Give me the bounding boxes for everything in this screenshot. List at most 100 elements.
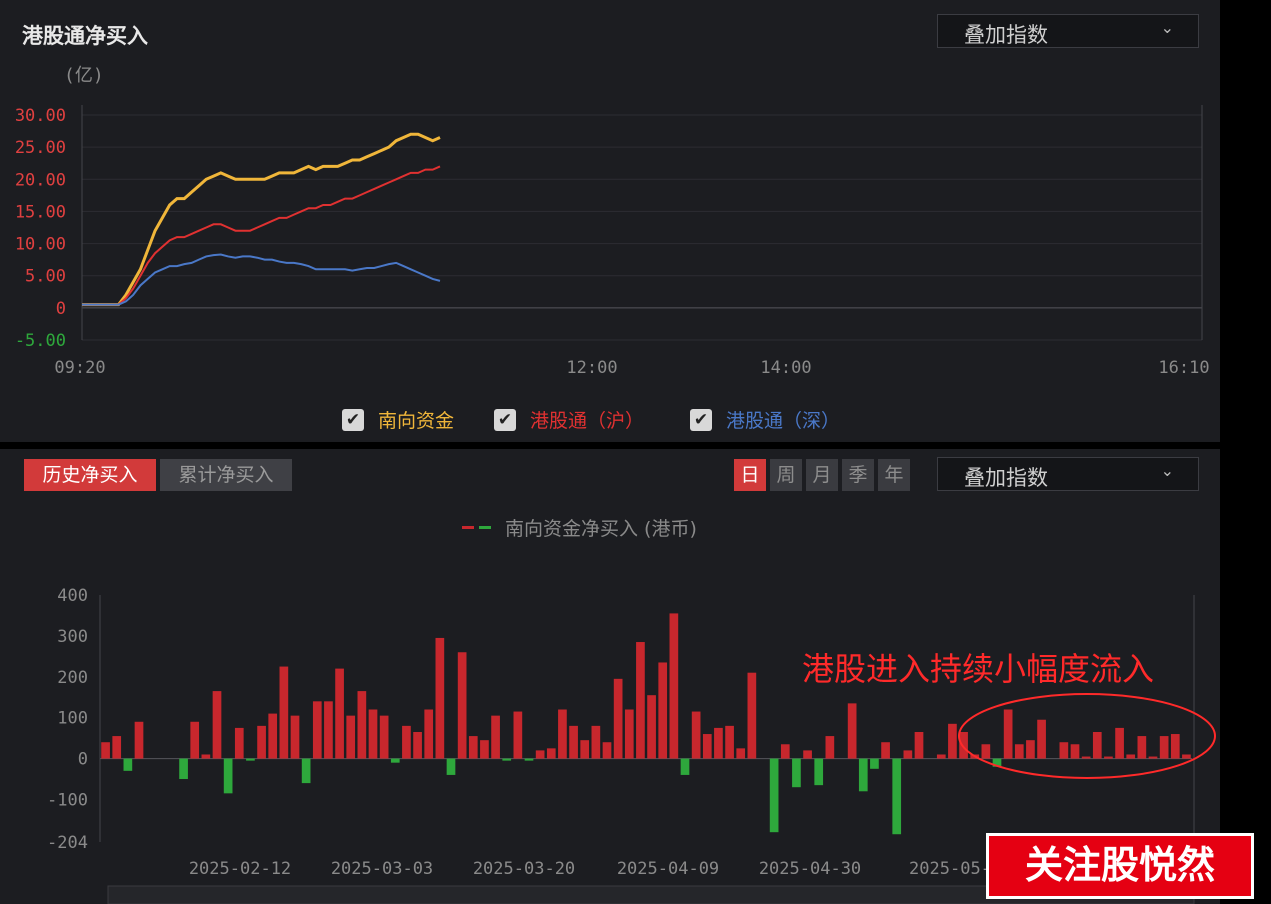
overlay-index-dropdown-bottom[interactable]: 叠加指数 ⌄ (937, 457, 1199, 491)
bar (825, 736, 835, 759)
bar (123, 758, 133, 771)
tab-cumulative-net-buy[interactable]: 累计净买入 (160, 459, 292, 491)
bar (780, 744, 790, 759)
bar (212, 691, 222, 759)
bar (669, 613, 679, 759)
bar (179, 758, 188, 780)
dropdown-label: 叠加指数 (964, 466, 1048, 490)
legend-item[interactable]: ✔ 港股通（深） (690, 406, 840, 433)
period-button-4[interactable]: 年 (878, 459, 910, 491)
bar (112, 736, 122, 759)
bar (569, 725, 578, 759)
x-tick-label: 2025-03-03 (331, 859, 433, 879)
bar (480, 740, 489, 759)
x-tick-label: 2025-05- (909, 859, 991, 879)
bar (424, 709, 434, 759)
y-tick-label: 0 (56, 299, 66, 319)
bar (892, 758, 902, 835)
period-button-1[interactable]: 周 (770, 459, 802, 491)
bar (290, 715, 300, 759)
bar (602, 742, 612, 759)
bar (546, 748, 556, 759)
bar (357, 691, 367, 759)
bar-legend: 南向资金净买入 (港币) (462, 514, 697, 541)
x-tick-label: 2025-04-09 (617, 859, 719, 879)
bar (535, 750, 545, 759)
y-tick-label: 30.00 (15, 106, 66, 126)
bar (335, 668, 344, 759)
bar (792, 758, 801, 788)
x-tick-label: 2025-02-12 (189, 859, 291, 879)
bar (747, 672, 757, 759)
bar (101, 742, 110, 759)
bar (390, 758, 400, 763)
bar (691, 711, 701, 759)
period-button-0[interactable]: 日 (734, 459, 766, 491)
panel-title: 港股通净买入 (22, 24, 148, 48)
bar (435, 637, 445, 759)
bar (413, 731, 422, 759)
legend-label: 南向资金净买入 (港币) (505, 518, 697, 540)
bar (624, 709, 634, 759)
intraday-line-chart: (亿) 30.00 25.00 20.00 15.00 10.00 5.00 0 -5.00 09… (15, 65, 1210, 378)
bar (312, 701, 322, 759)
legend-item[interactable]: ✔ 港股通（沪） (494, 406, 644, 433)
bar (714, 727, 723, 759)
bar (368, 709, 378, 759)
bar (803, 750, 812, 759)
bar (513, 711, 523, 759)
bar (870, 758, 879, 769)
bar (402, 725, 411, 759)
bar (324, 701, 333, 759)
bar (591, 725, 601, 759)
bar (257, 725, 266, 759)
y-tick-label: 200 (57, 668, 88, 688)
bar (524, 758, 534, 761)
y-tick-label: 100 (57, 709, 88, 729)
x-tick-label: 14:00 (760, 358, 811, 378)
bar (725, 725, 734, 759)
bar (468, 736, 478, 759)
y-tick-label: -5.00 (15, 331, 66, 351)
legend-label: 南向资金 (378, 410, 455, 432)
bar (702, 734, 712, 759)
bar (647, 695, 656, 759)
bar (936, 754, 946, 759)
legend-swatch-icon (479, 526, 491, 529)
bar (903, 750, 913, 759)
bar (190, 721, 200, 759)
period-button-2[interactable]: 月 (806, 459, 838, 491)
x-tick-label: 09:20 (54, 358, 105, 378)
y-tick-label: 5.00 (25, 267, 66, 287)
bar (847, 703, 857, 759)
y-tick-label: -204 (47, 833, 88, 853)
bar (279, 666, 289, 759)
y-tick-label: -100 (47, 790, 88, 810)
overlay-index-dropdown[interactable]: 叠加指数 ⌄ (937, 14, 1199, 48)
checkbox-icon[interactable]: ✔ (494, 408, 516, 431)
bar (134, 721, 144, 759)
legend-label: 港股通（深） (726, 410, 841, 432)
annotation-text: 港股进入持续小幅度流入 (802, 650, 1155, 688)
legend-label: 港股通（沪） (530, 410, 645, 432)
x-tick-label: 12:00 (566, 358, 617, 378)
bar (658, 662, 668, 759)
annotation-ellipse (958, 693, 1216, 779)
bar (246, 758, 255, 761)
y-tick-label: 400 (57, 586, 88, 606)
bar (814, 758, 824, 786)
tab-history-net-buy[interactable]: 历史净买入 (24, 459, 156, 491)
checkbox-icon[interactable]: ✔ (690, 408, 712, 431)
bar (491, 715, 500, 759)
y-tick-label: 25.00 (15, 138, 66, 158)
chevron-down-icon: ⌄ (1160, 461, 1174, 480)
bar (736, 748, 746, 759)
legend-item[interactable]: ✔ 南向资金 (342, 406, 454, 433)
bar (881, 742, 890, 759)
series-line (82, 165, 441, 306)
period-button-3[interactable]: 季 (842, 459, 874, 491)
checkbox-icon[interactable]: ✔ (342, 408, 364, 431)
chevron-down-icon: ⌄ (1160, 18, 1174, 37)
bar (680, 758, 690, 775)
y-tick-label: 300 (57, 627, 88, 647)
